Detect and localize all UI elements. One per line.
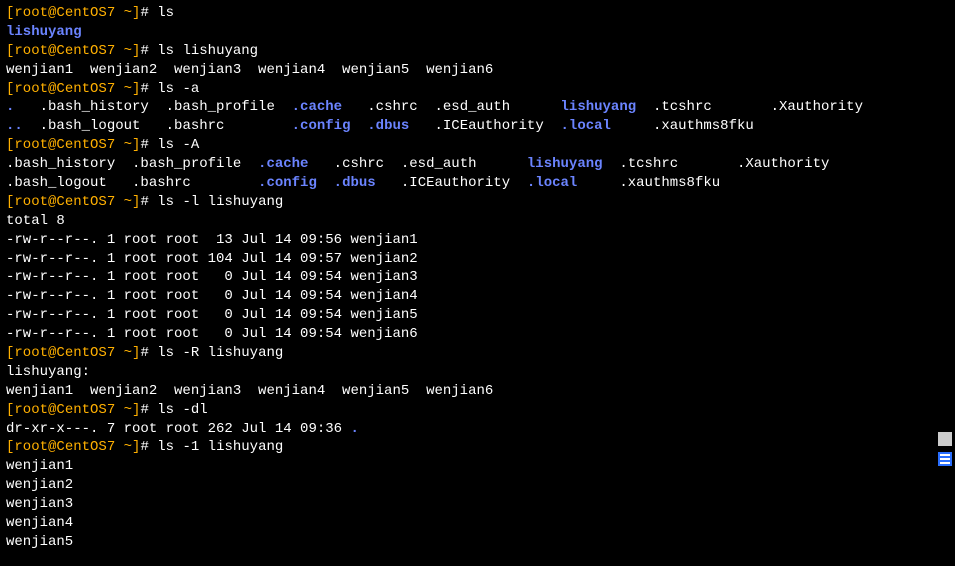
lsdl-row: dr-xr-x---. 7 root root 262 Jul 14 09:36… (6, 420, 949, 439)
cmd-ls-dl: ls -dl (157, 402, 207, 418)
cmd-ls: ls (157, 5, 174, 21)
config-dir: .config (292, 118, 351, 134)
dir-lishuyang: lishuyang (6, 24, 82, 40)
total-line: total 8 (6, 212, 949, 231)
dot-dir: . (350, 421, 358, 437)
list-item: wenjian5 (6, 533, 949, 552)
list-item: -rw-r--r--. 1 root root 104 Jul 14 09:57… (6, 250, 949, 269)
list-item: -rw-r--r--. 1 root root 0 Jul 14 09:54 w… (6, 287, 949, 306)
ls-a-row2: .. .bash_logout .bashrc .config .dbus .I… (6, 117, 949, 136)
user: root (14, 5, 48, 21)
local-dir: .local (561, 118, 611, 134)
list-item: wenjian1 (6, 457, 949, 476)
prompt-line[interactable]: [root@CentOS7 ~]# ls lishuyang (6, 42, 949, 61)
menu-icon[interactable] (938, 452, 952, 466)
ls-output-row: wenjian1 wenjian2 wenjian3 wenjian4 wenj… (6, 61, 949, 80)
list-item: -rw-r--r--. 1 root root 0 Jul 14 09:54 w… (6, 268, 949, 287)
list-item: wenjian3 (6, 495, 949, 514)
ls-output-row: wenjian1 wenjian2 wenjian3 wenjian4 wenj… (6, 382, 949, 401)
lishuyang-dir: lishuyang (561, 99, 637, 115)
prompt-line[interactable]: [root@CentOS7 ~]# ls -l lishuyang (6, 193, 949, 212)
list-item: wenjian2 (6, 476, 949, 495)
scrollbar[interactable] (938, 432, 952, 466)
list-item: wenjian4 (6, 514, 949, 533)
prompt-line[interactable]: [root@CentOS7 ~]# ls (6, 4, 949, 23)
path: ~ (115, 5, 132, 21)
cmd-ls-l: ls -l lishuyang (157, 194, 283, 210)
dbus-dir: .dbus (367, 118, 409, 134)
prompt-line[interactable]: [root@CentOS7 ~]# ls -a (6, 80, 949, 99)
prompt-line[interactable]: [root@CentOS7 ~]# ls -dl (6, 401, 949, 420)
cache-dir: .cache (292, 99, 342, 115)
ls-A-row1: .bash_history .bash_profile .cache .cshr… (6, 155, 949, 174)
cmd-ls-A: ls -A (157, 137, 199, 153)
cmd-ls-lishuyang: ls lishuyang (157, 43, 258, 59)
hash: # (140, 5, 157, 21)
prompt-line[interactable]: [root@CentOS7 ~]# ls -A (6, 136, 949, 155)
list-item: -rw-r--r--. 1 root root 13 Jul 14 09:56 … (6, 231, 949, 250)
dotdot-dir: .. (6, 118, 23, 134)
ls-A-row2: .bash_logout .bashrc .config .dbus .ICEa… (6, 174, 949, 193)
cmd-ls-a: ls -a (157, 81, 199, 97)
list-item: -rw-r--r--. 1 root root 0 Jul 14 09:54 w… (6, 306, 949, 325)
cmd-ls-1: ls -1 lishuyang (157, 439, 283, 455)
prompt-line[interactable]: [root@CentOS7 ~]# ls -R lishuyang (6, 344, 949, 363)
cmd-ls-R: ls -R lishuyang (157, 345, 283, 361)
lsR-header: lishuyang: (6, 363, 949, 382)
prompt-line[interactable]: [root@CentOS7 ~]# ls -1 lishuyang (6, 438, 949, 457)
ls-a-row1: . .bash_history .bash_profile .cache .cs… (6, 98, 949, 117)
list-item: -rw-r--r--. 1 root root 0 Jul 14 09:54 w… (6, 325, 949, 344)
host: CentOS7 (56, 5, 115, 21)
scroll-thumb-icon[interactable] (938, 432, 952, 446)
terminal-output: [root@CentOS7 ~]# ls lishuyang [root@Cen… (6, 4, 949, 552)
